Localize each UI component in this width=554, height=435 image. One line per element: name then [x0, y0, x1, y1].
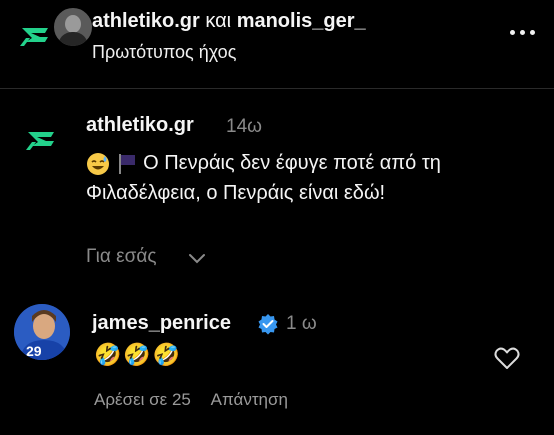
more-options-button[interactable]	[508, 22, 538, 42]
header-conjunction: και	[205, 10, 232, 32]
post-text-block: Ο Πενράις δεν έφυγε ποτέ από τη Φιλαδέλφ…	[86, 148, 526, 208]
for-you-filter[interactable]: Για εσάς	[86, 246, 156, 268]
collab-avatars[interactable]	[18, 6, 94, 56]
comment-actions: Αρέσει σε 25 Απάντηση	[94, 390, 304, 410]
avatar-manolis[interactable]	[52, 6, 94, 48]
header-title: athletiko.gr και manolis_ger_	[92, 10, 366, 33]
post-username[interactable]: athletiko.gr	[86, 114, 194, 137]
reel-header: athletiko.gr και manolis_ger_ Πρωτότυπος…	[0, 0, 554, 88]
player-photo: 29	[14, 304, 70, 360]
comment-text: 🤣🤣🤣	[94, 342, 183, 367]
reply-button[interactable]: Απάντηση	[211, 390, 288, 409]
header-user-b[interactable]: manolis_ger_	[237, 10, 366, 32]
verified-icon	[258, 314, 278, 335]
likes-count-link[interactable]: Αρέσει σε 25	[94, 390, 191, 409]
heart-icon[interactable]	[494, 346, 520, 370]
header-divider	[0, 88, 554, 89]
audio-label[interactable]: Πρωτότυπος ήχος	[92, 42, 236, 63]
smiling-face-with-sweat-emoji	[87, 152, 109, 175]
chevron-down-icon[interactable]	[188, 253, 206, 265]
black-flag-emoji	[118, 153, 135, 174]
more-icon	[510, 30, 515, 35]
jersey-number: 29	[26, 343, 42, 359]
athletiko-logo-icon[interactable]	[18, 26, 52, 48]
comment-timestamp: 1 ω	[286, 313, 317, 334]
commenter-avatar[interactable]: 29	[14, 304, 70, 360]
comment-username[interactable]: james_penrice	[92, 312, 231, 335]
header-user-a[interactable]: athletiko.gr	[92, 10, 200, 32]
athletiko-logo-icon[interactable]	[24, 130, 58, 152]
post-caption-text: Ο Πενράις δεν έφυγε ποτέ από τη Φιλαδέλφ…	[86, 152, 441, 204]
post-timestamp: 14ω	[226, 116, 262, 137]
